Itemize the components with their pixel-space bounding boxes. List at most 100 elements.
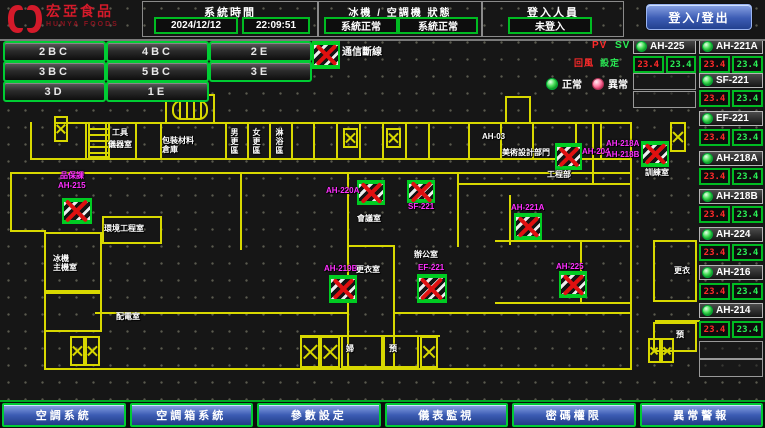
comm-fail-icon-AH-215[interactable] bbox=[62, 198, 92, 224]
map-label: 男更區 bbox=[230, 128, 239, 155]
map-label: 預 bbox=[676, 330, 684, 339]
nav-button-儀表監視[interactable]: 儀表監視 bbox=[385, 403, 509, 427]
unit-AH-225[interactable]: AH-225 bbox=[633, 39, 696, 54]
comm-fail-icon-AH-218[interactable] bbox=[641, 141, 669, 167]
shaft-x-icon bbox=[320, 336, 340, 368]
shaft-x-icon bbox=[343, 128, 358, 148]
comm-fail-legend-label: 通信斷線 bbox=[342, 48, 382, 57]
hmi-screen: { "header": { "logo": {"brand": "宏亞食品", … bbox=[0, 0, 765, 426]
map-wall bbox=[457, 183, 632, 185]
comm-fail-icon-AH-204[interactable] bbox=[555, 143, 582, 170]
abnormal-label: 異常 bbox=[608, 76, 628, 91]
comm-fail-icon-AH-220A[interactable] bbox=[357, 180, 385, 205]
floor-button-3E[interactable]: 3E bbox=[209, 61, 312, 82]
unit-SF-221[interactable]: SF-221 bbox=[699, 73, 763, 88]
floor-button-3BC[interactable]: 3BC bbox=[3, 61, 106, 82]
unit-EF-221[interactable]: EF-221 bbox=[699, 111, 763, 126]
unit-name-label: AH-218B bbox=[716, 191, 758, 202]
unit-sv-value: 23.4 bbox=[732, 56, 763, 73]
map-label: AH-215 bbox=[58, 181, 86, 190]
nav-button-異常警報[interactable]: 異常警報 bbox=[640, 403, 764, 427]
map-label: 環境工程室 bbox=[104, 224, 144, 233]
map-wall bbox=[247, 122, 249, 160]
unit-AH-224[interactable]: AH-224 bbox=[699, 227, 763, 242]
sv-desc: 設定 bbox=[600, 56, 620, 69]
map-label: AH-219B bbox=[324, 264, 357, 273]
nav-button-密碼權限[interactable]: 密碼權限 bbox=[512, 403, 636, 427]
unit-SF-221-values: 23.423.4 bbox=[699, 90, 763, 105]
floor-button-2E[interactable]: 2E bbox=[209, 41, 312, 62]
unit-led-icon bbox=[702, 267, 713, 278]
comm-fail-icon-AH-221A[interactable] bbox=[514, 213, 542, 240]
map-wall bbox=[269, 122, 271, 160]
map-wall bbox=[44, 368, 632, 370]
unit-sv-value: 23.4 bbox=[732, 321, 763, 338]
floor-button-1E[interactable]: 1E bbox=[106, 81, 209, 102]
floor-button-2BC[interactable]: 2BC bbox=[3, 41, 106, 62]
unit-led-icon bbox=[702, 305, 713, 316]
unit-name-label: AH-221A bbox=[716, 41, 758, 52]
unit-AH-218A[interactable]: AH-218A bbox=[699, 151, 763, 166]
map-label: 訓練室 bbox=[645, 168, 669, 177]
shaft-x-icon bbox=[661, 338, 674, 363]
unit-pv-value: 23.4 bbox=[699, 168, 730, 185]
comm-fail-icon-AH-219B[interactable] bbox=[329, 275, 357, 303]
map-wall bbox=[428, 122, 430, 160]
map-wall bbox=[347, 245, 395, 247]
unit-AH-224-values: 23.423.4 bbox=[699, 244, 763, 259]
unit-pv-value: 23.4 bbox=[699, 56, 730, 73]
unit-AH-218B-values: 23.423.4 bbox=[699, 206, 763, 221]
comm-fail-icon-EF-221[interactable] bbox=[417, 274, 447, 303]
map-wall bbox=[30, 122, 32, 160]
system-clock-value: 22:09:51 bbox=[242, 17, 310, 34]
unit-led-icon bbox=[702, 75, 713, 86]
map-label: 辦公室 bbox=[414, 250, 438, 259]
normal-led-icon bbox=[546, 78, 558, 90]
unit-AH-218A-values: 23.423.4 bbox=[699, 168, 763, 183]
shaft-x-icon bbox=[648, 338, 661, 363]
unit-sv-value: 23.4 bbox=[732, 129, 763, 146]
unit-AH-216[interactable]: AH-216 bbox=[699, 265, 763, 280]
map-label: 儀器室 bbox=[108, 140, 132, 149]
pv-desc: 回風 bbox=[574, 56, 594, 69]
floor-button-4BC[interactable]: 4BC bbox=[106, 41, 209, 62]
unit-pv-value: 23.4 bbox=[699, 90, 730, 107]
map-wall bbox=[291, 122, 293, 160]
unit-name-label: AH-214 bbox=[716, 305, 750, 316]
unit-AH-214[interactable]: AH-214 bbox=[699, 303, 763, 318]
legend-abnormal: 異常 bbox=[592, 76, 628, 91]
shaft-x-icon bbox=[70, 336, 85, 366]
nav-button-空調箱系統[interactable]: 空調箱系統 bbox=[130, 403, 254, 427]
map-wall bbox=[135, 122, 137, 160]
legend-normal: 正常 bbox=[546, 76, 582, 91]
nav-button-參數設定[interactable]: 參數設定 bbox=[257, 403, 381, 427]
map-label: AH-220A bbox=[326, 186, 359, 195]
shaft-x-icon bbox=[54, 116, 68, 142]
map-label: AH-218B bbox=[606, 150, 639, 159]
unit-pv-value: 23.4 bbox=[699, 321, 730, 338]
unit-sv-value: 23.4 bbox=[732, 283, 763, 300]
floor-button-3D[interactable]: 3D bbox=[3, 81, 106, 102]
map-wall bbox=[30, 158, 632, 160]
shaft-x-icon bbox=[386, 128, 401, 148]
comm-fail-icon-AH-225[interactable] bbox=[559, 271, 587, 298]
comm-fail-icon-SF-221[interactable] bbox=[407, 180, 435, 203]
unit-pv-value: 23.4 bbox=[699, 244, 730, 261]
map-wall bbox=[405, 122, 407, 160]
map-wall bbox=[225, 122, 227, 160]
pv-header: PV bbox=[592, 40, 607, 51]
login-logout-button[interactable]: 登入/登出 bbox=[646, 4, 752, 30]
shaft-x-icon bbox=[85, 336, 100, 366]
nav-button-空調系統[interactable]: 空調系統 bbox=[2, 403, 126, 427]
unit-sv-value: 23.4 bbox=[666, 56, 697, 73]
unit-AH-218B[interactable]: AH-218B bbox=[699, 189, 763, 204]
map-label: 會議室 bbox=[357, 214, 381, 223]
map-wall bbox=[336, 122, 338, 160]
map-label: 包裝材料 倉庫 bbox=[162, 136, 194, 154]
unit-AH-221A[interactable]: AH-221A bbox=[699, 39, 763, 54]
map-label: AH-03 bbox=[482, 132, 505, 141]
map-label: 淋浴區 bbox=[275, 128, 284, 155]
unit-pv-value: 23.4 bbox=[633, 56, 664, 73]
floor-button-5BC[interactable]: 5BC bbox=[106, 61, 209, 82]
top-bar: 宏亞食品 HUNYA FOODS 系統時間 2024/12/12 22:09:5… bbox=[0, 0, 765, 41]
